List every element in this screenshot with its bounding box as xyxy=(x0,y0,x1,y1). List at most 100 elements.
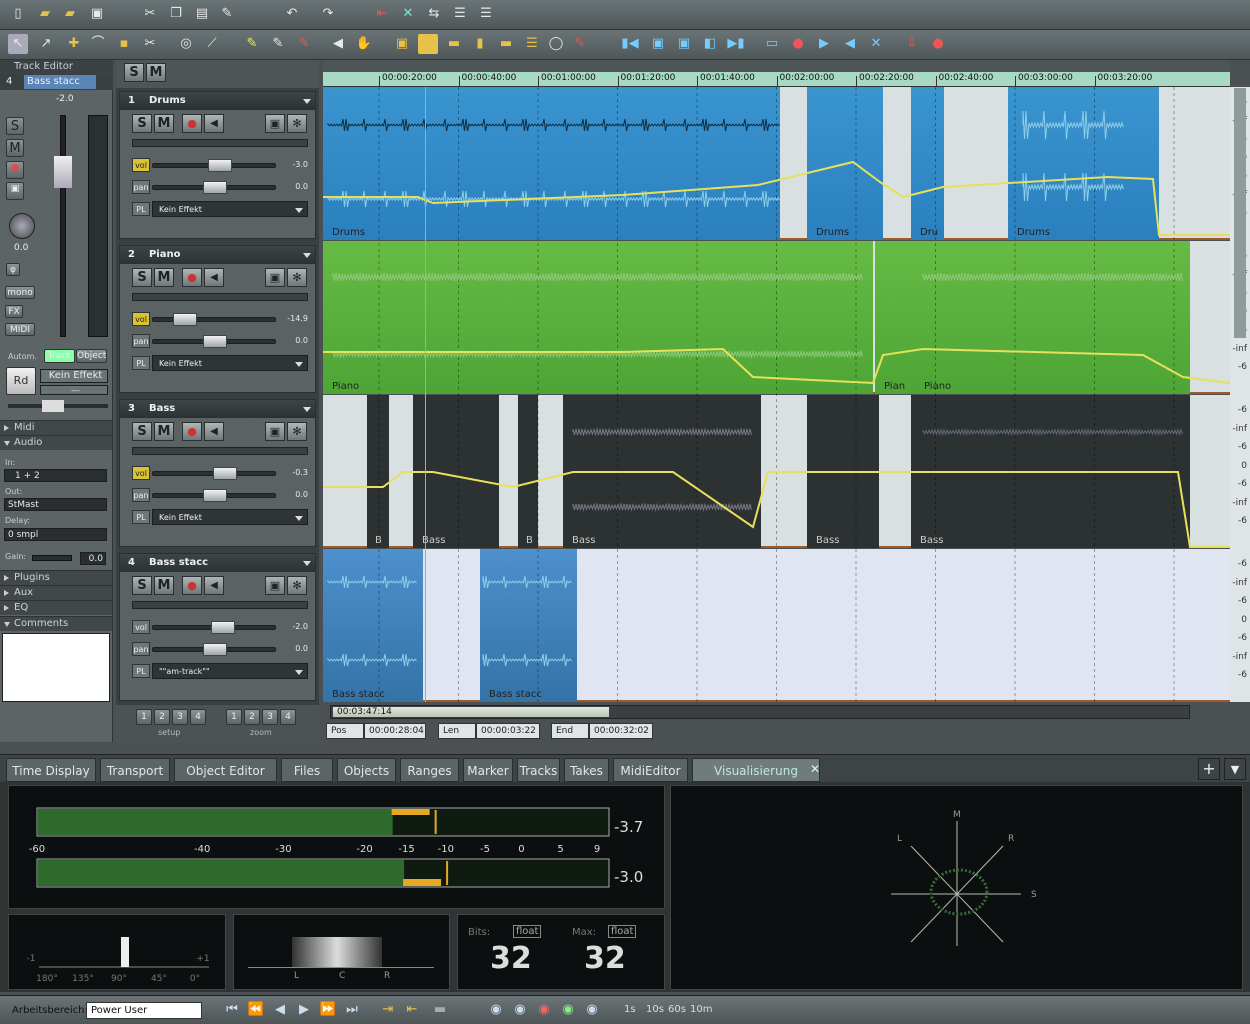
tab-files[interactable]: Files xyxy=(281,758,333,782)
settings-icon[interactable]: ✻ xyxy=(287,114,307,133)
pointer-tool-icon[interactable]: ↖ xyxy=(8,34,28,54)
lock-icon[interactable]: ▣ xyxy=(265,576,285,595)
film-icon[interactable]: ▭ xyxy=(762,34,782,54)
section-aux[interactable]: Aux xyxy=(0,585,112,600)
track-name-field[interactable]: Bass stacc xyxy=(24,75,96,89)
solo-button[interactable]: S xyxy=(132,422,152,441)
import-icon[interactable]: ⇩ xyxy=(902,34,922,54)
line-tool-icon[interactable]: ✎ xyxy=(268,34,288,54)
expand-icon[interactable]: ✕ xyxy=(866,34,886,54)
effect-select[interactable]: ""am-track"" xyxy=(152,663,308,679)
delete-icon[interactable]: ⇤ xyxy=(372,4,392,24)
monitor-button[interactable]: ◀ xyxy=(204,114,224,133)
workspace-select[interactable]: Power User xyxy=(86,1002,202,1019)
crossfade-icon[interactable]: ▬ xyxy=(496,34,516,54)
save-icon[interactable]: ▣ xyxy=(87,4,107,24)
multi-tool-icon[interactable]: ▪ xyxy=(114,34,134,54)
mixer-icon[interactable]: ☰ xyxy=(522,34,542,54)
volume-fader-track[interactable] xyxy=(60,115,66,337)
lock-icon[interactable]: ▣ xyxy=(265,268,285,287)
section-eq[interactable]: EQ xyxy=(0,600,112,615)
curve-tool-icon[interactable]: ⌒ xyxy=(88,34,108,54)
record-arm-button[interactable]: ● xyxy=(182,422,202,441)
settings-icon[interactable]: ✻ xyxy=(287,576,307,595)
tab-object-editor[interactable]: Object Editor xyxy=(174,758,277,782)
back-icon[interactable]: ◀ xyxy=(840,34,860,54)
solo-button[interactable]: S xyxy=(132,268,152,287)
volume-knob[interactable] xyxy=(211,621,235,634)
monitor-button[interactable]: ◀ xyxy=(204,268,224,287)
track-title[interactable]: 1 Drums xyxy=(120,92,315,110)
swap-icon[interactable]: ⇆ xyxy=(424,4,444,24)
loop-end-icon[interactable]: ⇤ xyxy=(402,1000,422,1020)
track-title[interactable]: 4 Bass stacc xyxy=(120,554,315,572)
pan-slider[interactable] xyxy=(152,335,276,348)
volume-knob[interactable] xyxy=(208,159,232,172)
zoom-step[interactable]: 10s xyxy=(646,1004,664,1015)
tab-ranges[interactable]: Ranges xyxy=(400,758,459,782)
solo-button[interactable]: S xyxy=(132,576,152,595)
solo-button[interactable]: S xyxy=(132,114,152,133)
eye-green-icon[interactable]: ◉ xyxy=(558,1000,578,1020)
solo-button[interactable]: S xyxy=(6,117,24,135)
section-comments[interactable]: Comments xyxy=(0,616,112,631)
open-project-icon[interactable]: ▰ xyxy=(60,4,80,24)
section-midi[interactable]: Midi xyxy=(0,420,112,435)
track-title[interactable]: 2 Piano xyxy=(120,246,315,264)
delay-field[interactable]: 0 smpl xyxy=(4,528,107,541)
eraser-tool-icon[interactable]: ✎ xyxy=(294,34,314,54)
volume-fader-knob[interactable] xyxy=(54,156,72,188)
record-icon[interactable]: ● xyxy=(788,34,808,54)
object-tool-icon[interactable]: ✚ xyxy=(64,34,84,54)
mute-button[interactable]: M xyxy=(154,268,174,287)
goto-end-icon[interactable]: ⏭ xyxy=(342,1000,362,1020)
scrub-tool-icon[interactable]: ⟋ xyxy=(202,34,222,54)
cut-icon[interactable]: ✂ xyxy=(140,4,160,24)
autom-track-button[interactable]: Track xyxy=(44,349,75,363)
split-view-icon[interactable]: ◧ xyxy=(700,34,720,54)
section-plugins[interactable]: Plugins xyxy=(0,570,112,585)
tab-menu-icon[interactable]: ▼ xyxy=(1224,758,1246,780)
lock-button[interactable]: ▣ xyxy=(6,182,24,200)
tab-objects[interactable]: Objects xyxy=(337,758,396,782)
eye-red-icon[interactable]: ◉ xyxy=(534,1000,554,1020)
section-audio[interactable]: Audio xyxy=(0,435,112,450)
track-header[interactable]: 1 Drums S M ● ◀ ▣ ✻ vol -3.0 pan 0.0 PL Kein Effekt xyxy=(119,91,316,239)
pan-knob[interactable] xyxy=(203,335,227,348)
mono-button[interactable]: mono xyxy=(5,286,35,299)
vertical-scrollbar[interactable] xyxy=(1234,88,1246,338)
volume-knob[interactable] xyxy=(213,467,237,480)
phase-button[interactable]: φ xyxy=(6,263,20,276)
monitor-button[interactable]: ◀ xyxy=(204,422,224,441)
effect-select[interactable]: Kein Effekt xyxy=(152,355,308,371)
pan-slider[interactable] xyxy=(152,181,276,194)
hand-tool-icon[interactable]: ✋ xyxy=(354,34,374,54)
open-folder-icon[interactable]: ▰ xyxy=(35,4,55,24)
setup-button[interactable]: 2 xyxy=(154,709,170,725)
mute-button[interactable]: M xyxy=(154,114,174,133)
lock-icon[interactable]: ▣ xyxy=(265,114,285,133)
split-tool-icon[interactable]: ✂ xyxy=(140,34,160,54)
pencil-tool-icon[interactable]: ✎ xyxy=(242,34,262,54)
pan-knob[interactable] xyxy=(203,181,227,194)
track-menu-icon[interactable] xyxy=(303,253,311,258)
arrangement-area[interactable]: Drums Drums Dru Drums Piano Pian Piano B… xyxy=(323,87,1230,702)
record-arm-button[interactable]: ● xyxy=(182,268,202,287)
playhead[interactable] xyxy=(425,87,426,702)
setup-button[interactable]: 1 xyxy=(136,709,152,725)
mute-button[interactable]: M xyxy=(154,422,174,441)
tab-takes[interactable]: Takes xyxy=(564,758,609,782)
zoom-button[interactable]: 4 xyxy=(280,709,296,725)
goto-start-icon[interactable]: ⏮ xyxy=(222,1000,242,1020)
track-header[interactable]: 4 Bass stacc S M ● ◀ ▣ ✻ vol -2.0 pan 0.0 PL ""am-tra… xyxy=(119,553,316,701)
effect-select[interactable]: Kein Effekt xyxy=(152,509,308,525)
volume-slider[interactable] xyxy=(152,159,276,172)
record-arm-button[interactable]: ● xyxy=(182,114,202,133)
list-icon[interactable]: ☰ xyxy=(450,4,470,24)
zoom-button[interactable]: 1 xyxy=(226,709,242,725)
comments-textarea[interactable] xyxy=(2,633,110,702)
gain-slider[interactable] xyxy=(32,555,72,561)
end-field[interactable]: 00:00:32:02 xyxy=(589,723,653,739)
len-field[interactable]: 00:00:03:22 xyxy=(476,723,540,739)
effect-icon[interactable]: ✎ xyxy=(217,4,237,24)
